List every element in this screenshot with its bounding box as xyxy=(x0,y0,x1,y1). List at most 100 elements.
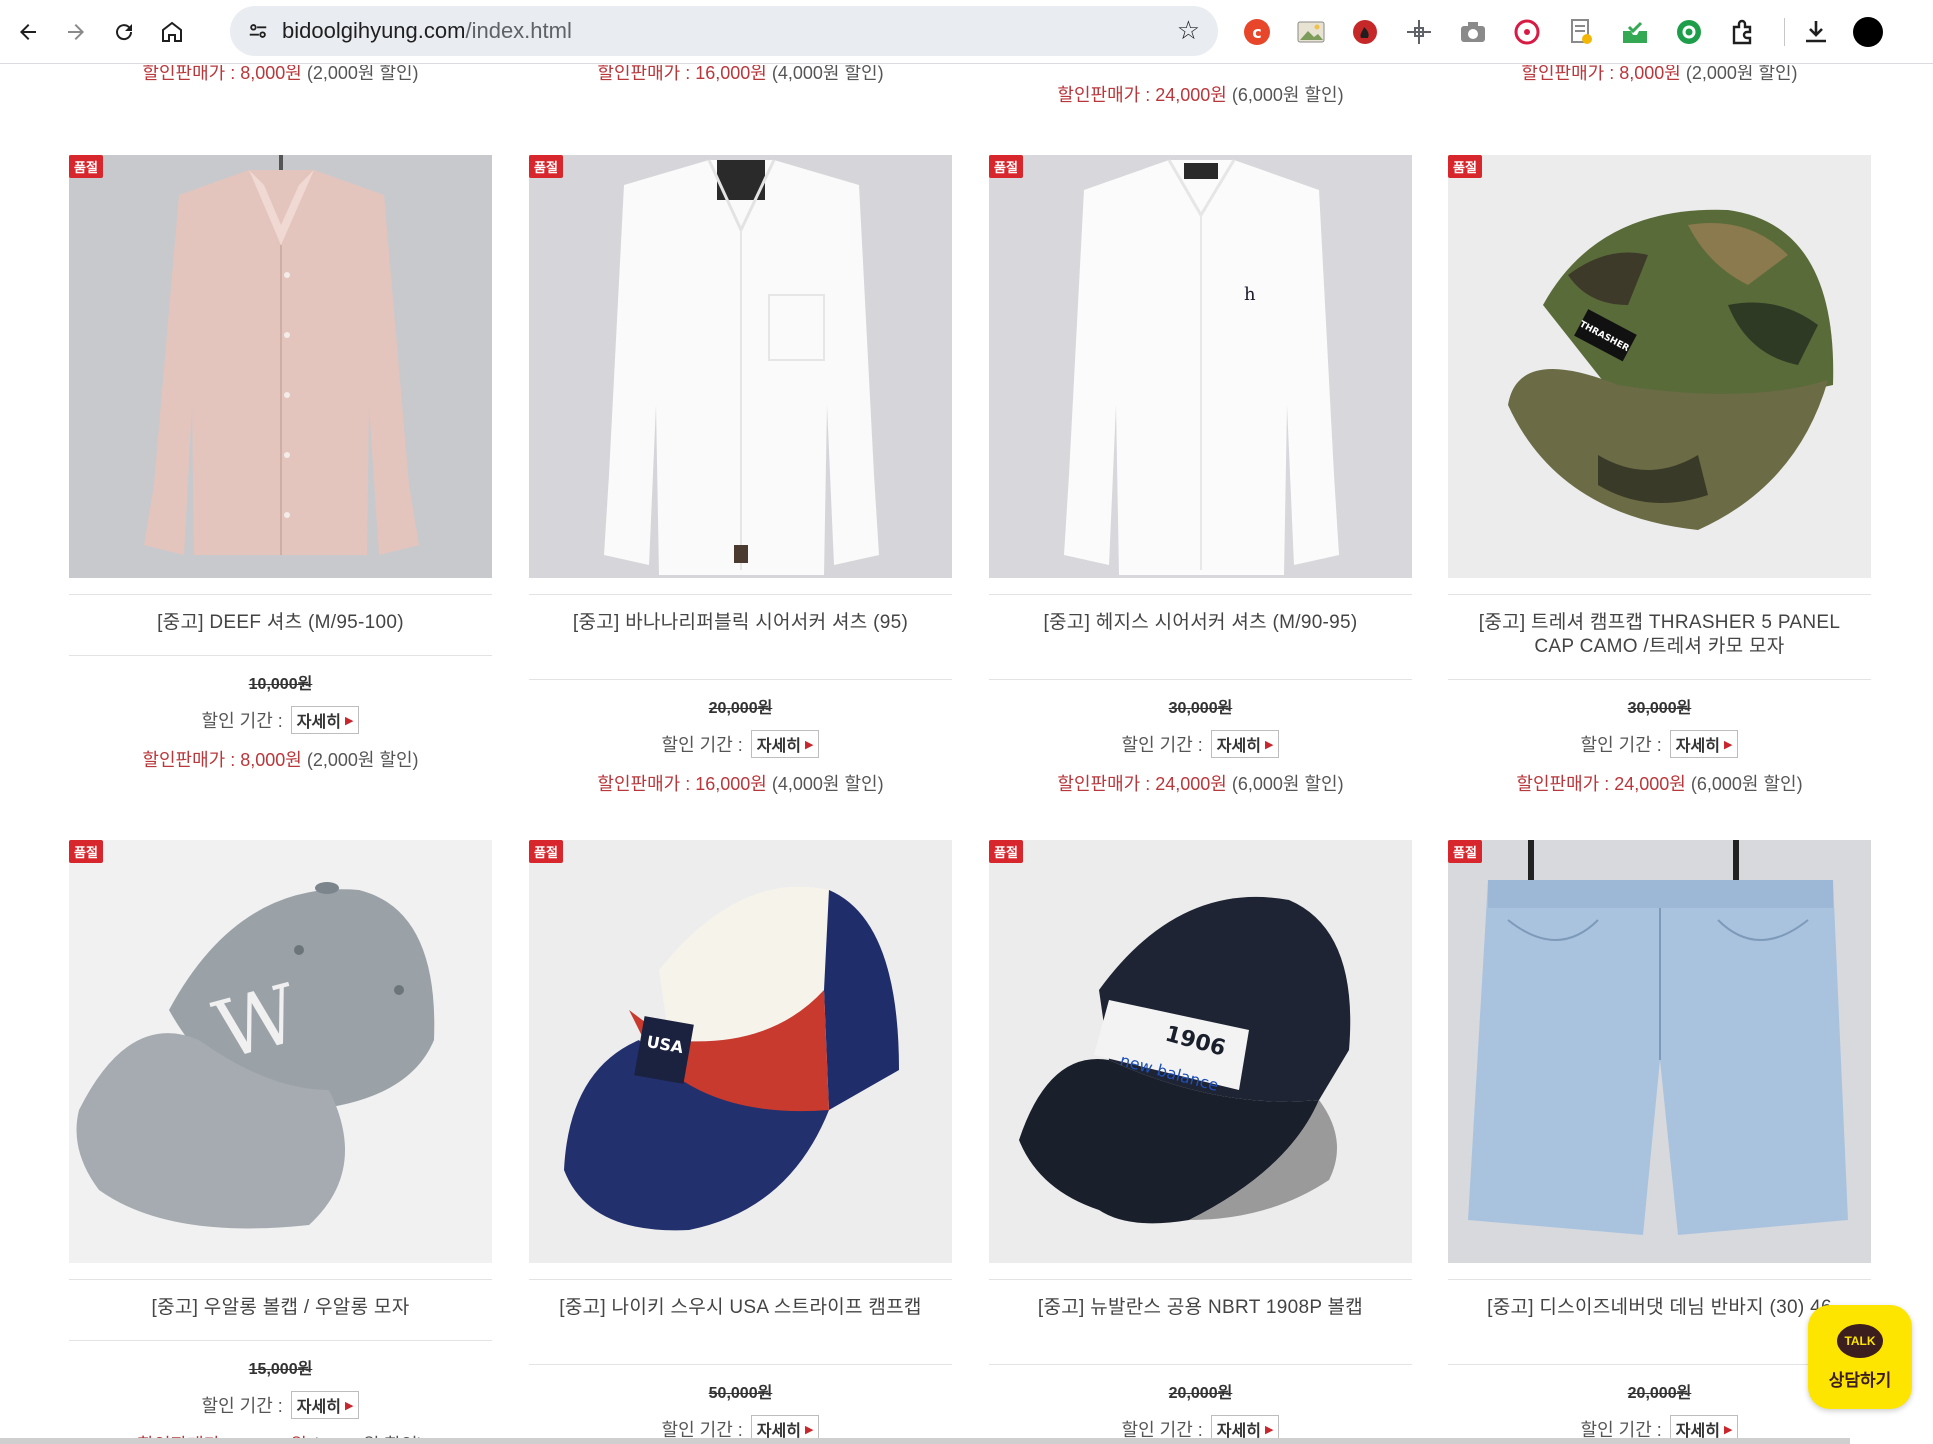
caret-right-icon: ▶ xyxy=(1264,738,1274,751)
extension-camera-icon[interactable] xyxy=(1456,15,1490,49)
discount-period: 할인 기간 : 자세히 ▶ xyxy=(69,1391,492,1419)
sale-price-line: 할인판매가 : 8,000원 (2,000원 할인) xyxy=(69,746,492,772)
product-card[interactable]: 품절 1906 new balance [중고] 뉴발란스 공용 NBRT 19… xyxy=(989,840,1412,1443)
talk-bubble-text: TALK xyxy=(1844,1333,1876,1348)
prev-price-3: 할인판매가 : 24,000원 (6,000원 할인) xyxy=(989,81,1412,107)
site-settings-icon[interactable] xyxy=(238,11,278,51)
sale-price-line: 할인판매가 : 16,000원 (4,000원 할인) xyxy=(529,770,952,796)
reload-icon xyxy=(116,23,133,40)
soldout-badge: 품절 xyxy=(529,840,563,863)
original-price: 15,000원 xyxy=(248,1361,313,1378)
original-price: 30,000원 xyxy=(1168,700,1233,717)
product-image[interactable]: 품절 W xyxy=(69,840,492,1263)
period-label: 할인 기간 : xyxy=(201,711,283,731)
profile-avatar[interactable] xyxy=(1853,17,1883,47)
product-card[interactable]: 품절 USA [중고] 나이키 스우시 USA 스트라이프 캠프캡 50,000… xyxy=(529,840,952,1443)
prev-price-2: 할인판매가 : 16,000원 (4,000원 할인) xyxy=(529,65,952,85)
sale-price: 할인판매가 : 8,000원 xyxy=(142,65,302,83)
address-bar[interactable]: bidoolgihyung.com/index.html ☆ xyxy=(230,6,1218,56)
period-label: 할인 기간 : xyxy=(661,735,743,755)
forward-button[interactable] xyxy=(56,12,96,52)
newbalance-cap-illustration: 1906 new balance xyxy=(989,840,1412,1263)
original-price: 20,000원 xyxy=(1168,1385,1233,1402)
extension-record-icon[interactable] xyxy=(1510,15,1544,49)
extension-red-c-icon[interactable]: c xyxy=(1240,15,1274,49)
product-card[interactable]: 품절 h [중고] 헤지스 시어서커 셔츠 (M/90-95) 30,000원 … xyxy=(989,155,1412,796)
sale-price: 할인판매가 : 16,000원 xyxy=(597,65,767,83)
product-image[interactable]: 품절 h xyxy=(989,155,1412,578)
caret-right-icon: ▶ xyxy=(804,738,814,751)
discount-amount: (6,000원 할인) xyxy=(1231,774,1344,794)
detail-button[interactable]: 자세히 ▶ xyxy=(290,706,360,734)
url-path: /index.html xyxy=(465,18,572,43)
extension-image-icon[interactable] xyxy=(1294,15,1328,49)
detail-button[interactable]: 자세히 ▶ xyxy=(290,1391,360,1419)
caret-right-icon: ▶ xyxy=(1723,738,1733,751)
grey-cap-illustration: W xyxy=(69,840,492,1263)
extensions-puzzle-icon[interactable] xyxy=(1726,15,1760,49)
product-title[interactable]: [중고] 바나나리퍼블릭 시어서커 셔츠 (95) xyxy=(529,595,952,679)
extensions-row: c xyxy=(1240,10,1883,54)
product-title[interactable]: [중고] 나이키 스우시 USA 스트라이프 캠프캡 xyxy=(529,1280,952,1364)
soldout-badge: 품절 xyxy=(69,155,103,178)
product-image[interactable]: 품절 1906 new balance xyxy=(989,840,1412,1263)
discount-amount: (4,000원 할인) xyxy=(771,774,884,794)
discount-period: 할인 기간 : 자세히 ▶ xyxy=(989,730,1412,758)
product-title[interactable]: [중고] 우알롱 볼캡 / 우알롱 모자 xyxy=(69,1280,492,1340)
product-image[interactable]: 품절 xyxy=(69,155,492,578)
back-button[interactable] xyxy=(8,12,48,52)
extension-move-icon[interactable] xyxy=(1402,15,1436,49)
discount-amount: (6,000원 할인) xyxy=(1690,774,1803,794)
product-image[interactable]: 품절 USA xyxy=(529,840,952,1263)
url-text: bidoolgihyung.com/index.html xyxy=(282,18,572,44)
reload-button[interactable] xyxy=(104,12,144,52)
url-host: bidoolgihyung.com xyxy=(282,18,466,43)
talk-consult-button[interactable]: TALK 상담하기 xyxy=(1808,1305,1912,1409)
product-title[interactable]: [중고] DEEF 셔츠 (M/95-100) xyxy=(69,595,492,655)
svg-text:c: c xyxy=(1252,23,1261,42)
card-divider xyxy=(69,655,492,656)
browser-toolbar: bidoolgihyung.com/index.html ☆ c xyxy=(0,0,1933,64)
extension-fire-icon[interactable] xyxy=(1348,15,1382,49)
caret-right-icon: ▶ xyxy=(804,1423,814,1436)
discount-amount: (4,000원 할인) xyxy=(771,65,884,83)
camo-cap-illustration: THRASHER xyxy=(1448,155,1871,578)
previous-row-prices: 할인판매가 : 8,000원 (2,000원 할인) 할인판매가 : 16,00… xyxy=(0,65,1933,105)
home-button[interactable] xyxy=(152,12,192,52)
extension-green-circle-icon[interactable] xyxy=(1672,15,1706,49)
talk-label: 상담하기 xyxy=(1828,1370,1892,1390)
product-title[interactable]: [중고] 트레셔 캠프캡 THRASHER 5 PANEL CAP CAMO /… xyxy=(1448,595,1871,679)
product-image[interactable]: 품절 xyxy=(529,155,952,578)
sale-price-line: 할인판매가 : 24,000원 (6,000원 할인) xyxy=(989,770,1412,796)
detail-button[interactable]: 자세히 ▶ xyxy=(750,730,820,758)
product-card[interactable]: 품절 [중고] DEEF 셔츠 (M/95-100) 10,000원 할인 기간… xyxy=(69,155,492,772)
discount-period: 할인 기간 : 자세히 ▶ xyxy=(1448,730,1871,758)
product-title[interactable]: [중고] 뉴발란스 공용 NBRT 1908P 볼캡 xyxy=(989,1280,1412,1364)
detail-button[interactable]: 자세히 ▶ xyxy=(1669,730,1739,758)
caret-right-icon: ▶ xyxy=(1723,1423,1733,1436)
caret-right-icon: ▶ xyxy=(344,1399,354,1412)
soldout-badge: 품절 xyxy=(989,840,1023,863)
product-card[interactable]: 품절 W [중고] 우알롱 볼캡 / 우알롱 모자 15,000원 할인 기간 … xyxy=(69,840,492,1444)
card-divider xyxy=(529,1364,952,1365)
extension-inbox-icon[interactable] xyxy=(1618,15,1652,49)
horizontal-scrollbar[interactable] xyxy=(0,1438,1850,1444)
original-price: 50,000원 xyxy=(708,1385,773,1402)
bookmark-star-icon[interactable]: ☆ xyxy=(1177,15,1200,46)
discount-amount: (2,000원 할인) xyxy=(1685,65,1798,83)
detail-button[interactable]: 자세히 ▶ xyxy=(1210,730,1280,758)
product-image[interactable]: 품절 THRASHER xyxy=(1448,155,1871,578)
product-card[interactable]: 품절 THRASHER [중고] 트레셔 캠프캡 THRASHER 5 PANE… xyxy=(1448,155,1871,796)
discount-period: 할인 기간 : 자세히 ▶ xyxy=(529,730,952,758)
sale-price: 할인판매가 : 24,000원 xyxy=(1057,85,1227,105)
product-title[interactable]: [중고] 헤지스 시어서커 셔츠 (M/90-95) xyxy=(989,595,1412,679)
download-icon[interactable] xyxy=(1799,15,1833,49)
discount-amount: (2,000원 할인) xyxy=(306,65,419,83)
product-image[interactable]: 품절 xyxy=(1448,840,1871,1263)
extension-doc-icon[interactable] xyxy=(1564,15,1598,49)
original-price: 10,000원 xyxy=(248,676,313,693)
product-card[interactable]: 품절 [중고] 바나나리퍼블릭 시어서커 셔츠 (95) 20,000원 할인 … xyxy=(529,155,952,796)
forward-arrow-icon xyxy=(68,23,84,40)
card-divider xyxy=(989,1364,1412,1365)
pink-shirt-illustration xyxy=(69,155,492,578)
